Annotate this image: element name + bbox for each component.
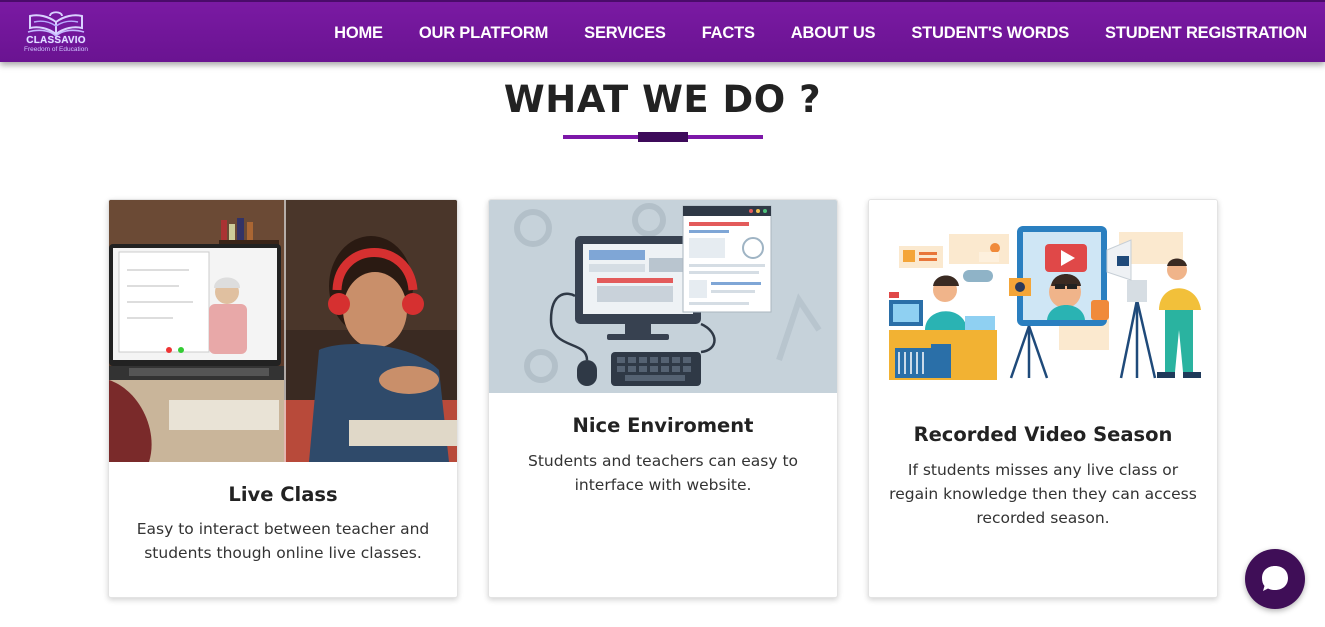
open-book-icon	[27, 11, 85, 38]
card-text: Students and teachers can easy to interf…	[527, 452, 799, 494]
brand-logo[interactable]: CLASSAVIO Freedom of Education	[20, 8, 92, 60]
main-nav: HOME OUR PLATFORM SERVICES FACTS ABOUT U…	[298, 2, 1307, 64]
video-recording-illustration	[869, 200, 1217, 400]
card-title: Nice Enviroment	[572, 414, 754, 437]
chat-button[interactable]	[1245, 549, 1305, 609]
service-card-recorded-video: Recorded Video Season If students misses…	[868, 199, 1218, 598]
brand-name: CLASSAVIO	[26, 35, 86, 46]
service-card-live-class: Live Class Easy to interact between teac…	[108, 199, 458, 598]
service-card-nice-enviroment: Nice Enviroment Students and teachers ca…	[488, 199, 838, 598]
nav-about-us[interactable]: ABOUT US	[791, 24, 876, 43]
nav-students-words[interactable]: STUDENT'S WORDS	[911, 24, 1069, 43]
nav-facts[interactable]: FACTS	[702, 24, 755, 43]
nav-student-registration[interactable]: STUDENT REGISTRATION	[1105, 24, 1307, 43]
nav-our-platform[interactable]: OUR PLATFORM	[419, 24, 548, 43]
card-title: Recorded Video Season	[913, 423, 1173, 446]
card-text: If students misses any live class or reg…	[889, 461, 1197, 527]
nav-home[interactable]: HOME	[334, 24, 383, 43]
section-title: WHAT WE DO ?	[503, 78, 822, 121]
computer-website-illustration	[489, 200, 837, 393]
nav-services[interactable]: SERVICES	[584, 24, 666, 43]
brand-tagline: Freedom of Education	[24, 46, 88, 53]
title-underline-accent	[638, 132, 688, 142]
card-title: Live Class	[228, 483, 338, 506]
online-class-photo	[109, 200, 457, 462]
chat-bubble-icon	[1262, 566, 1288, 591]
navbar: CLASSAVIO Freedom of Education HOME OUR …	[0, 0, 1325, 62]
card-text: Easy to interact between teacher and stu…	[136, 520, 430, 562]
